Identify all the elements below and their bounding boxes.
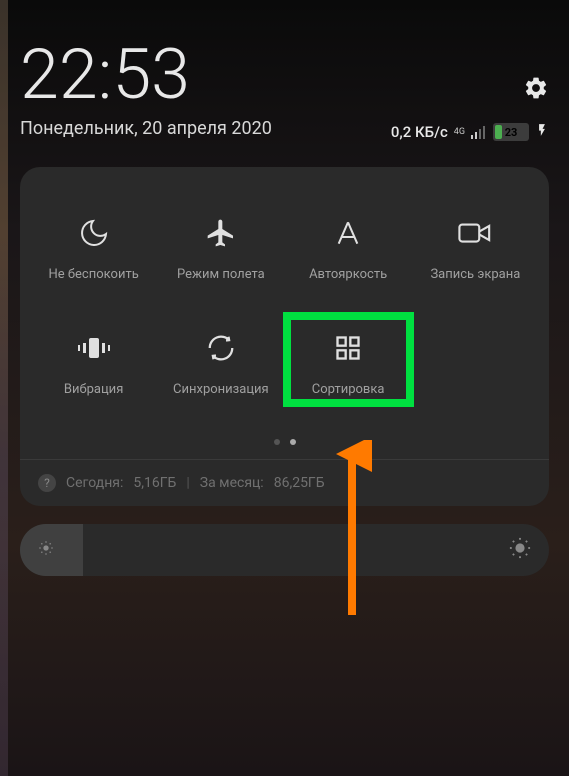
quick-settings-panel: Не беспокоить Режим полета Автояркость З… — [20, 167, 549, 506]
usage-today-label: Сегодня: — [66, 475, 123, 491]
charging-icon — [535, 121, 549, 143]
brightness-low-icon — [38, 540, 54, 560]
usage-month-value: 86,25ГБ — [274, 475, 325, 491]
tile-label: Вибрация — [64, 382, 123, 397]
usage-today-value: 5,16ГБ — [133, 475, 176, 491]
tile-label: Автояркость — [309, 267, 387, 282]
tile-label: Синхронизация — [173, 382, 269, 397]
tile-airplane-mode[interactable]: Режим полета — [157, 205, 284, 290]
brightness-slider[interactable] — [20, 524, 549, 576]
video-icon — [458, 213, 492, 253]
tile-label: Не беспокоить — [48, 267, 138, 282]
network-type: 4G — [454, 128, 465, 137]
data-rate: 0,2 КБ/с — [391, 123, 448, 141]
sync-icon — [206, 328, 236, 368]
page-dot-active — [290, 439, 296, 445]
clock: 22:53 — [20, 40, 272, 110]
usage-month-label: За месяц: — [200, 475, 264, 491]
status-bar: 22:53 Понедельник, 20 апреля 2020 0,2 КБ… — [20, 0, 549, 143]
page-dot — [274, 439, 280, 445]
help-icon: ? — [38, 474, 56, 492]
settings-icon[interactable] — [523, 75, 549, 101]
annotation-highlight — [283, 312, 414, 407]
tile-label: Запись экрана — [430, 267, 520, 282]
tile-screen-record[interactable]: Запись экрана — [412, 205, 539, 290]
moon-icon — [78, 213, 110, 253]
page-indicator[interactable] — [20, 439, 549, 459]
battery-indicator: 23 — [493, 123, 529, 141]
tile-vibration[interactable]: Вибрация — [30, 320, 157, 405]
brightness-high-icon — [509, 537, 531, 563]
tile-sync[interactable]: Синхронизация — [157, 320, 284, 405]
date: Понедельник, 20 апреля 2020 — [20, 118, 272, 139]
airplane-icon — [205, 213, 237, 253]
tile-auto-brightness[interactable]: Автояркость — [285, 205, 412, 290]
tile-sort[interactable]: Сортировка — [285, 320, 412, 405]
signal-icon — [471, 125, 487, 139]
tile-label: Режим полета — [177, 267, 265, 282]
data-usage-bar[interactable]: ? Сегодня: 5,16ГБ | За месяц: 86,25ГБ — [20, 459, 549, 506]
auto-brightness-icon — [332, 213, 364, 253]
vibrate-icon — [77, 328, 111, 368]
tile-do-not-disturb[interactable]: Не беспокоить — [30, 205, 157, 290]
